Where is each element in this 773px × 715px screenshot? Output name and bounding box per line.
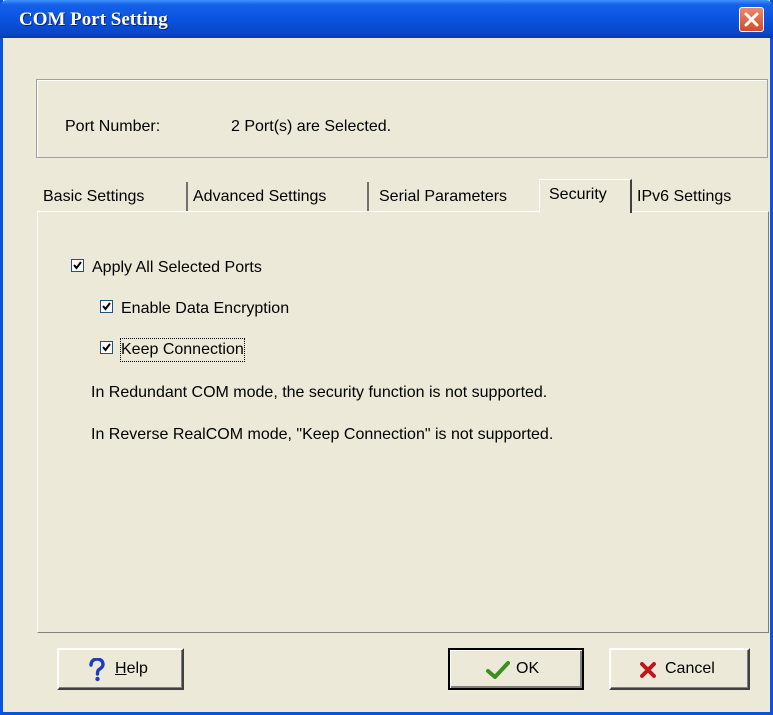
check-icon: [102, 343, 111, 352]
keep-connection-label: Keep Connection: [120, 338, 245, 362]
port-number-label: Port Number:: [65, 118, 161, 135]
apply-all-label: Apply All Selected Ports: [92, 259, 262, 276]
apply-all-checkbox[interactable]: [71, 259, 84, 272]
question-icon: [89, 658, 105, 682]
window-title: COM Port Setting: [19, 9, 168, 30]
com-port-setting-dialog: COM Port Setting Port Number: 2 Port(s) …: [0, 0, 773, 715]
close-button[interactable]: [739, 7, 764, 32]
help-button[interactable]: Help: [57, 648, 184, 690]
tab-advanced-settings[interactable]: Advanced Settings: [193, 182, 369, 212]
port-info-box: Port Number: 2 Port(s) are Selected.: [36, 79, 768, 158]
check-icon: [73, 261, 82, 270]
x-icon: [640, 662, 656, 678]
cancel-button[interactable]: Cancel: [609, 648, 750, 690]
keep-connection-checkbox[interactable]: [100, 341, 113, 354]
title-bar[interactable]: COM Port Setting: [0, 0, 773, 38]
tab-security[interactable]: Security: [539, 179, 632, 213]
security-panel: Apply All Selected Ports Enable Data Enc…: [37, 211, 769, 633]
reverse-realcom-note: In Reverse RealCOM mode, "Keep Connectio…: [91, 426, 554, 443]
close-icon: [744, 12, 759, 27]
check-icon: [102, 302, 111, 311]
checkmark-icon: [486, 661, 510, 679]
tab-serial-parameters[interactable]: Serial Parameters: [379, 182, 539, 212]
port-number-value: 2 Port(s) are Selected.: [231, 118, 392, 135]
enable-encryption-checkbox[interactable]: [100, 300, 113, 313]
tab-ipv6-settings[interactable]: IPv6 Settings: [637, 182, 767, 212]
ok-label: OK: [516, 660, 540, 677]
tab-basic-settings[interactable]: Basic Settings: [43, 182, 188, 212]
tab-strip: Basic Settings Advanced Settings Serial …: [37, 179, 772, 213]
ok-button[interactable]: OK: [448, 648, 584, 690]
help-label: Help: [115, 660, 148, 677]
redundant-com-note: In Redundant COM mode, the security func…: [91, 384, 548, 401]
cancel-label: Cancel: [665, 660, 715, 677]
enable-encryption-label: Enable Data Encryption: [121, 300, 290, 317]
